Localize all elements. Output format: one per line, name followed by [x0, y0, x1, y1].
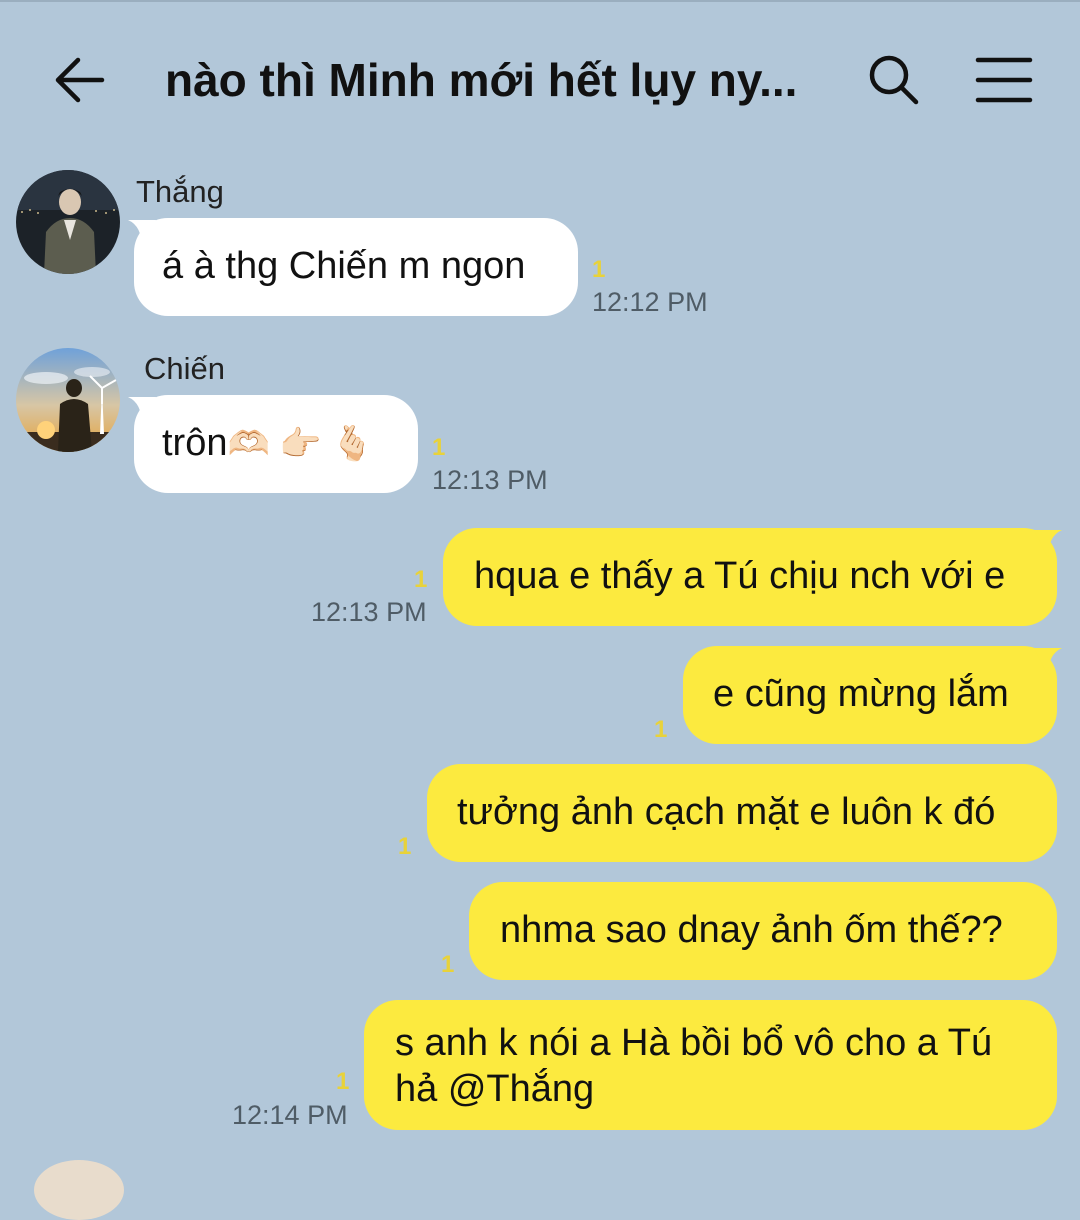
- message-bubble[interactable]: trôn🫶🏻 👉🏻 🫰🏻: [134, 395, 418, 493]
- message-text-main: trôn: [162, 422, 228, 464]
- avatar-thang[interactable]: [16, 170, 120, 274]
- unread-count: 1: [441, 951, 455, 978]
- avatar-chien[interactable]: [16, 348, 120, 452]
- message-bubble[interactable]: á à thg Chiến m ngon: [134, 218, 578, 316]
- message-text: tưởng ảnh cạch mặt e luôn k đó: [457, 791, 996, 833]
- message-text: hqua e thấy a Tú chịu nch với e: [474, 555, 1006, 597]
- sender-name: Thắng: [136, 174, 224, 209]
- unread-count: 1: [398, 833, 412, 860]
- back-button[interactable]: [50, 54, 110, 106]
- chat-title: nào thì Minh mới hết lụy ny...: [165, 54, 798, 106]
- message-bubble[interactable]: nhma sao dnay ảnh ốm thế??: [469, 882, 1057, 980]
- message-bubble[interactable]: tưởng ảnh cạch mặt e luôn k đó: [427, 764, 1057, 862]
- top-divider: [0, 0, 1080, 2]
- message-time: 12:12 PM: [592, 287, 708, 317]
- message-time: 12:13 PM: [311, 597, 427, 627]
- arrow-left-icon: [55, 57, 105, 103]
- message-bubble[interactable]: e cũng mừng lắm: [683, 646, 1057, 744]
- message-text: e cũng mừng lắm: [713, 673, 1009, 715]
- unread-count: 1: [336, 1068, 350, 1095]
- search-button[interactable]: [866, 52, 922, 108]
- bubble-tail: [1034, 648, 1062, 676]
- message-time: 12:13 PM: [432, 465, 548, 495]
- search-icon: [869, 55, 919, 105]
- message-text: trôn🫶🏻 👉🏻 🫰🏻: [162, 420, 418, 467]
- unread-count: 1: [414, 566, 428, 593]
- bubble-tail: [1034, 530, 1062, 558]
- heart-hands-emoji: 🫶🏻 👉🏻 🫰🏻: [227, 425, 374, 463]
- message-text: s anh k nói a Hà bồi bổ vô cho a Tú hả @…: [395, 1022, 1003, 1110]
- menu-button[interactable]: [972, 54, 1036, 106]
- sender-name: Chiến: [144, 351, 225, 386]
- avatar-next-sender[interactable]: [34, 1160, 124, 1220]
- unread-count: 1: [432, 434, 446, 461]
- chat-header: nào thì Minh mới hết lụy ny...: [0, 20, 1080, 140]
- hamburger-menu-icon: [975, 57, 1033, 103]
- message-text: nhma sao dnay ảnh ốm thế??: [500, 909, 1003, 951]
- message-bubble[interactable]: s anh k nói a Hà bồi bổ vô cho a Tú hả @…: [364, 1000, 1057, 1130]
- unread-count: 1: [592, 256, 606, 283]
- message-time: 12:14 PM: [232, 1100, 348, 1130]
- unread-count: 1: [654, 716, 668, 743]
- message-bubble[interactable]: hqua e thấy a Tú chịu nch với e: [443, 528, 1057, 626]
- message-text: á à thg Chiến m ngon: [162, 245, 526, 287]
